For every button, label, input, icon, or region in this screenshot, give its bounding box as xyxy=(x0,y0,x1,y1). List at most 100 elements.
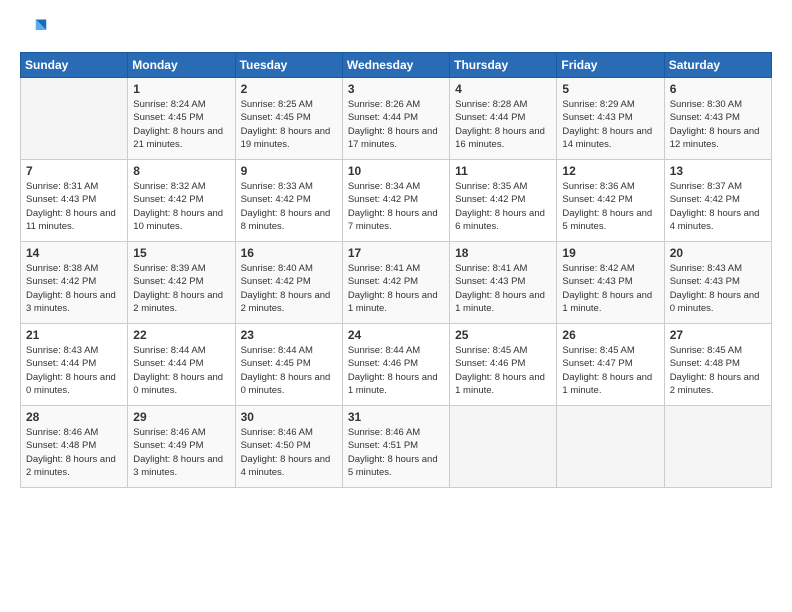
day-number: 15 xyxy=(133,246,229,260)
weekday-header-saturday: Saturday xyxy=(664,53,771,78)
day-number: 11 xyxy=(455,164,551,178)
calendar-cell: 17 Sunrise: 8:41 AM Sunset: 4:42 PM Dayli… xyxy=(342,242,449,324)
day-info: Sunrise: 8:41 AM Sunset: 4:42 PM Dayligh… xyxy=(348,262,444,315)
calendar-week-2: 7Sunrise: 8:31 AM Sunset: 4:43 PM Daylig… xyxy=(21,160,772,242)
day-info: Sunrise: 8:32 AM Sunset: 4:42 PM Dayligh… xyxy=(133,180,229,233)
calendar-cell: 1 Sunrise: 8:24 AM Sunset: 4:45 PM Daylig… xyxy=(128,78,235,160)
logo xyxy=(20,16,52,44)
day-info: Sunrise: 8:46 AM Sunset: 4:48 PM Dayligh… xyxy=(26,426,122,479)
calendar-cell xyxy=(21,78,128,160)
calendar-cell: 15 Sunrise: 8:39 AM Sunset: 4:42 PM Dayli… xyxy=(128,242,235,324)
calendar-cell: 16Sunrise: 8:40 AM Sunset: 4:42 PM Dayli… xyxy=(235,242,342,324)
calendar-cell: 19 Sunrise: 8:42 AM Sunset: 4:43 PM Dayli… xyxy=(557,242,664,324)
calendar-cell: 24Sunrise: 8:44 AM Sunset: 4:46 PM Dayli… xyxy=(342,324,449,406)
day-number: 2 xyxy=(241,82,337,96)
day-info: Sunrise: 8:38 AM Sunset: 4:42 PM Dayligh… xyxy=(26,262,122,315)
calendar-cell: 25 Sunrise: 8:45 AM Sunset: 4:46 PM Dayli… xyxy=(450,324,557,406)
day-info: Sunrise: 8:29 AM Sunset: 4:43 PM Dayligh… xyxy=(562,98,658,151)
weekday-header-tuesday: Tuesday xyxy=(235,53,342,78)
day-number: 18 xyxy=(455,246,551,260)
day-info: Sunrise: 8:45 AM Sunset: 4:46 PM Dayligh… xyxy=(455,344,551,397)
day-info: Sunrise: 8:46 AM Sunset: 4:49 PM Dayligh… xyxy=(133,426,229,479)
calendar-cell: 20 Sunrise: 8:43 AM Sunset: 4:43 PM Dayli… xyxy=(664,242,771,324)
calendar-cell: 21Sunrise: 8:43 AM Sunset: 4:44 PM Dayli… xyxy=(21,324,128,406)
day-number: 22 xyxy=(133,328,229,342)
calendar-week-1: 1 Sunrise: 8:24 AM Sunset: 4:45 PM Daylig… xyxy=(21,78,772,160)
calendar-cell xyxy=(664,406,771,488)
day-number: 21 xyxy=(26,328,122,342)
day-info: Sunrise: 8:35 AM Sunset: 4:42 PM Dayligh… xyxy=(455,180,551,233)
calendar-cell: 9Sunrise: 8:33 AM Sunset: 4:42 PM Daylig… xyxy=(235,160,342,242)
day-info: Sunrise: 8:34 AM Sunset: 4:42 PM Dayligh… xyxy=(348,180,444,233)
calendar-cell: 23 Sunrise: 8:44 AM Sunset: 4:45 PM Dayli… xyxy=(235,324,342,406)
day-number: 5 xyxy=(562,82,658,96)
day-info: Sunrise: 8:44 AM Sunset: 4:45 PM Dayligh… xyxy=(241,344,337,397)
day-number: 17 xyxy=(348,246,444,260)
weekday-header-wednesday: Wednesday xyxy=(342,53,449,78)
day-info: Sunrise: 8:37 AM Sunset: 4:42 PM Dayligh… xyxy=(670,180,766,233)
calendar-cell: 30 Sunrise: 8:46 AM Sunset: 4:50 PM Dayli… xyxy=(235,406,342,488)
day-info: Sunrise: 8:41 AM Sunset: 4:43 PM Dayligh… xyxy=(455,262,551,315)
day-number: 30 xyxy=(241,410,337,424)
calendar-cell: 6Sunrise: 8:30 AM Sunset: 4:43 PM Daylig… xyxy=(664,78,771,160)
calendar-week-4: 21Sunrise: 8:43 AM Sunset: 4:44 PM Dayli… xyxy=(21,324,772,406)
page: SundayMondayTuesdayWednesdayThursdayFrid… xyxy=(0,0,792,612)
calendar-cell: 26 Sunrise: 8:45 AM Sunset: 4:47 PM Dayli… xyxy=(557,324,664,406)
day-number: 25 xyxy=(455,328,551,342)
calendar-cell: 22 Sunrise: 8:44 AM Sunset: 4:44 PM Dayli… xyxy=(128,324,235,406)
day-number: 10 xyxy=(348,164,444,178)
calendar-cell: 5 Sunrise: 8:29 AM Sunset: 4:43 PM Daylig… xyxy=(557,78,664,160)
header xyxy=(20,16,772,44)
calendar-cell: 11 Sunrise: 8:35 AM Sunset: 4:42 PM Dayli… xyxy=(450,160,557,242)
day-number: 19 xyxy=(562,246,658,260)
day-info: Sunrise: 8:43 AM Sunset: 4:43 PM Dayligh… xyxy=(670,262,766,315)
day-number: 7 xyxy=(26,164,122,178)
calendar-cell xyxy=(557,406,664,488)
calendar-cell: 7Sunrise: 8:31 AM Sunset: 4:43 PM Daylig… xyxy=(21,160,128,242)
day-info: Sunrise: 8:28 AM Sunset: 4:44 PM Dayligh… xyxy=(455,98,551,151)
day-number: 13 xyxy=(670,164,766,178)
day-info: Sunrise: 8:46 AM Sunset: 4:51 PM Dayligh… xyxy=(348,426,444,479)
calendar-cell: 3Sunrise: 8:26 AM Sunset: 4:44 PM Daylig… xyxy=(342,78,449,160)
day-info: Sunrise: 8:40 AM Sunset: 4:42 PM Dayligh… xyxy=(241,262,337,315)
weekday-header-monday: Monday xyxy=(128,53,235,78)
day-info: Sunrise: 8:46 AM Sunset: 4:50 PM Dayligh… xyxy=(241,426,337,479)
calendar-cell: 28 Sunrise: 8:46 AM Sunset: 4:48 PM Dayli… xyxy=(21,406,128,488)
day-info: Sunrise: 8:36 AM Sunset: 4:42 PM Dayligh… xyxy=(562,180,658,233)
calendar-cell: 18 Sunrise: 8:41 AM Sunset: 4:43 PM Dayli… xyxy=(450,242,557,324)
day-number: 6 xyxy=(670,82,766,96)
calendar-cell: 29 Sunrise: 8:46 AM Sunset: 4:49 PM Dayli… xyxy=(128,406,235,488)
calendar-header: SundayMondayTuesdayWednesdayThursdayFrid… xyxy=(21,53,772,78)
day-number: 14 xyxy=(26,246,122,260)
day-number: 12 xyxy=(562,164,658,178)
day-number: 3 xyxy=(348,82,444,96)
day-number: 4 xyxy=(455,82,551,96)
day-number: 31 xyxy=(348,410,444,424)
calendar-cell: 31 Sunrise: 8:46 AM Sunset: 4:51 PM Dayli… xyxy=(342,406,449,488)
day-info: Sunrise: 8:39 AM Sunset: 4:42 PM Dayligh… xyxy=(133,262,229,315)
day-info: Sunrise: 8:42 AM Sunset: 4:43 PM Dayligh… xyxy=(562,262,658,315)
day-info: Sunrise: 8:24 AM Sunset: 4:45 PM Dayligh… xyxy=(133,98,229,151)
calendar-table: SundayMondayTuesdayWednesdayThursdayFrid… xyxy=(20,52,772,488)
day-number: 20 xyxy=(670,246,766,260)
day-number: 23 xyxy=(241,328,337,342)
calendar-cell: 4 Sunrise: 8:28 AM Sunset: 4:44 PM Daylig… xyxy=(450,78,557,160)
day-number: 1 xyxy=(133,82,229,96)
day-number: 29 xyxy=(133,410,229,424)
day-number: 24 xyxy=(348,328,444,342)
day-number: 28 xyxy=(26,410,122,424)
calendar-cell: 14 Sunrise: 8:38 AM Sunset: 4:42 PM Dayli… xyxy=(21,242,128,324)
day-info: Sunrise: 8:45 AM Sunset: 4:47 PM Dayligh… xyxy=(562,344,658,397)
day-info: Sunrise: 8:45 AM Sunset: 4:48 PM Dayligh… xyxy=(670,344,766,397)
weekday-header-sunday: Sunday xyxy=(21,53,128,78)
day-number: 9 xyxy=(241,164,337,178)
day-info: Sunrise: 8:44 AM Sunset: 4:44 PM Dayligh… xyxy=(133,344,229,397)
weekday-header-row: SundayMondayTuesdayWednesdayThursdayFrid… xyxy=(21,53,772,78)
calendar-cell: 10 Sunrise: 8:34 AM Sunset: 4:42 PM Dayli… xyxy=(342,160,449,242)
day-number: 27 xyxy=(670,328,766,342)
day-number: 8 xyxy=(133,164,229,178)
weekday-header-friday: Friday xyxy=(557,53,664,78)
calendar-cell: 8 Sunrise: 8:32 AM Sunset: 4:42 PM Daylig… xyxy=(128,160,235,242)
calendar-cell: 27 Sunrise: 8:45 AM Sunset: 4:48 PM Dayli… xyxy=(664,324,771,406)
day-number: 26 xyxy=(562,328,658,342)
